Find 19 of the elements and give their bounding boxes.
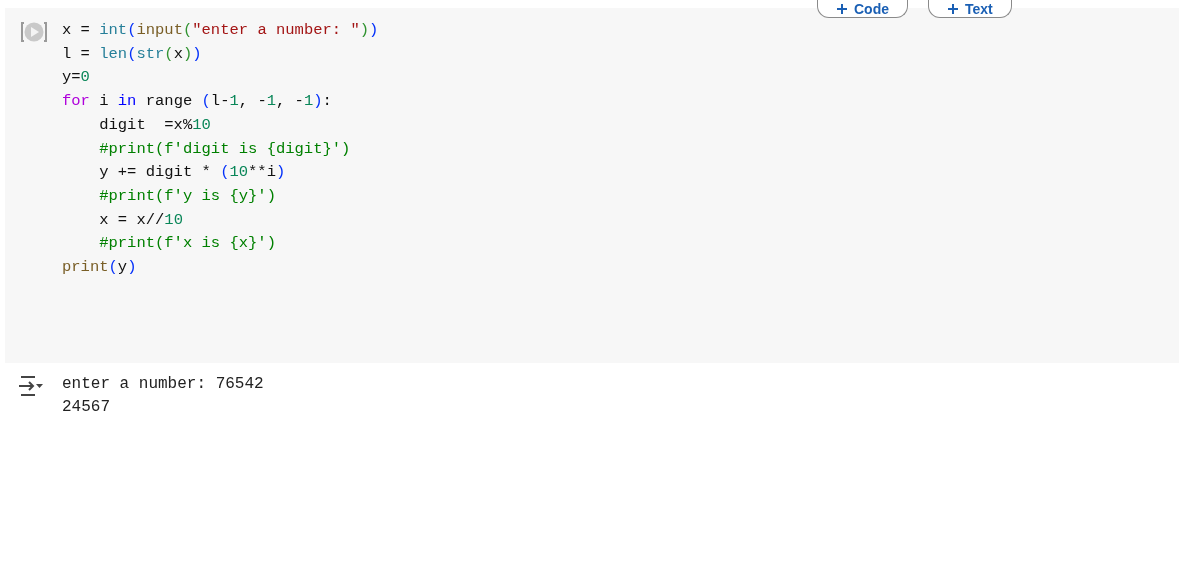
code-line: print(y) xyxy=(62,257,138,279)
plus-icon xyxy=(947,2,959,15)
code-line: y=0 xyxy=(62,67,91,89)
code-line: l = len(str(x)) xyxy=(62,43,203,65)
code-line: for i in range (l-1, -1, -1): xyxy=(62,91,333,113)
code-line: #print(f'y is {y}') xyxy=(98,185,277,207)
code-line: y += digit * (10**i) xyxy=(98,162,287,184)
output-toggle-icon[interactable] xyxy=(18,375,44,397)
code-line: #print(f'digit is {digit}') xyxy=(98,138,352,160)
plus-icon xyxy=(836,2,848,15)
output-line: enter a number: 76542 xyxy=(62,374,264,395)
code-line: #print(f'x is {x}') xyxy=(98,233,277,255)
output-line: 24567 xyxy=(62,397,111,418)
code-line: x = int(input("enter a number: ")) xyxy=(62,20,379,41)
add-cell-button[interactable]: Text xyxy=(928,0,1012,18)
code-line: digit =x%10 xyxy=(98,114,212,136)
run-icon[interactable] xyxy=(21,20,47,44)
add-cell-button[interactable]: Code xyxy=(817,0,908,18)
code-line: x = x//10 xyxy=(98,209,184,231)
